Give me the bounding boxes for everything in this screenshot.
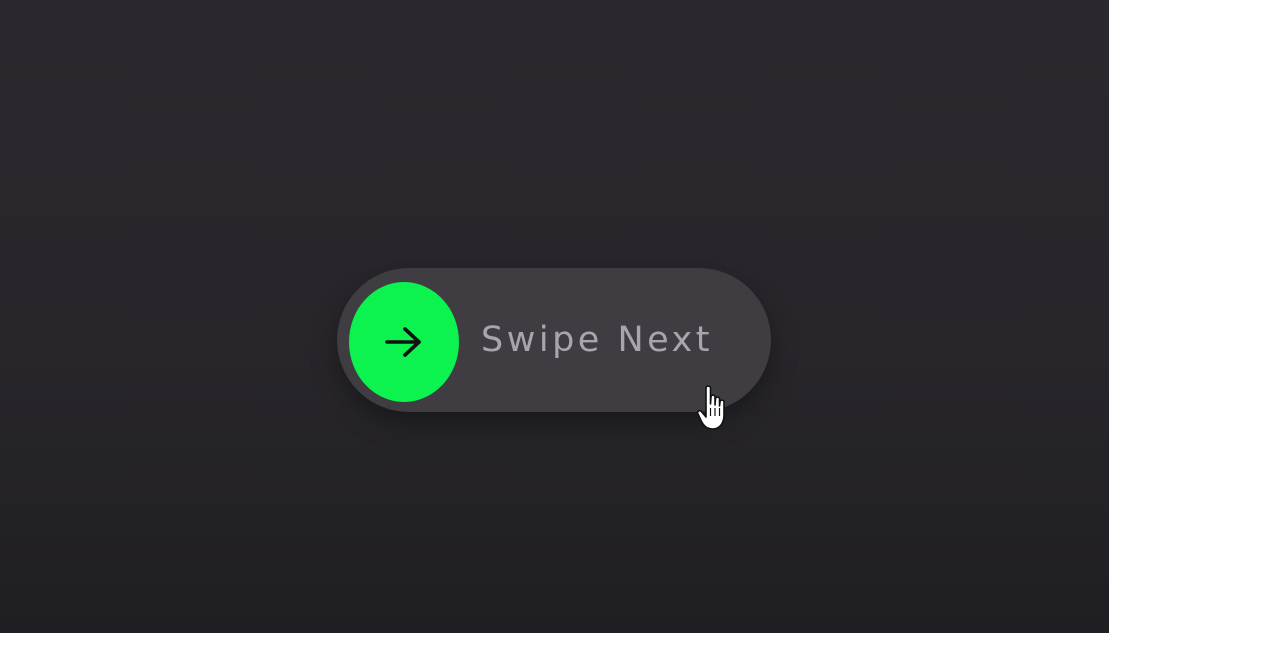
swipe-label: Swipe Next	[481, 320, 713, 360]
arrow-right-icon	[385, 327, 421, 357]
swipe-knob[interactable]	[349, 282, 459, 402]
hand-pointer-icon	[696, 385, 725, 430]
canvas-background: Swipe Next	[0, 0, 1109, 633]
